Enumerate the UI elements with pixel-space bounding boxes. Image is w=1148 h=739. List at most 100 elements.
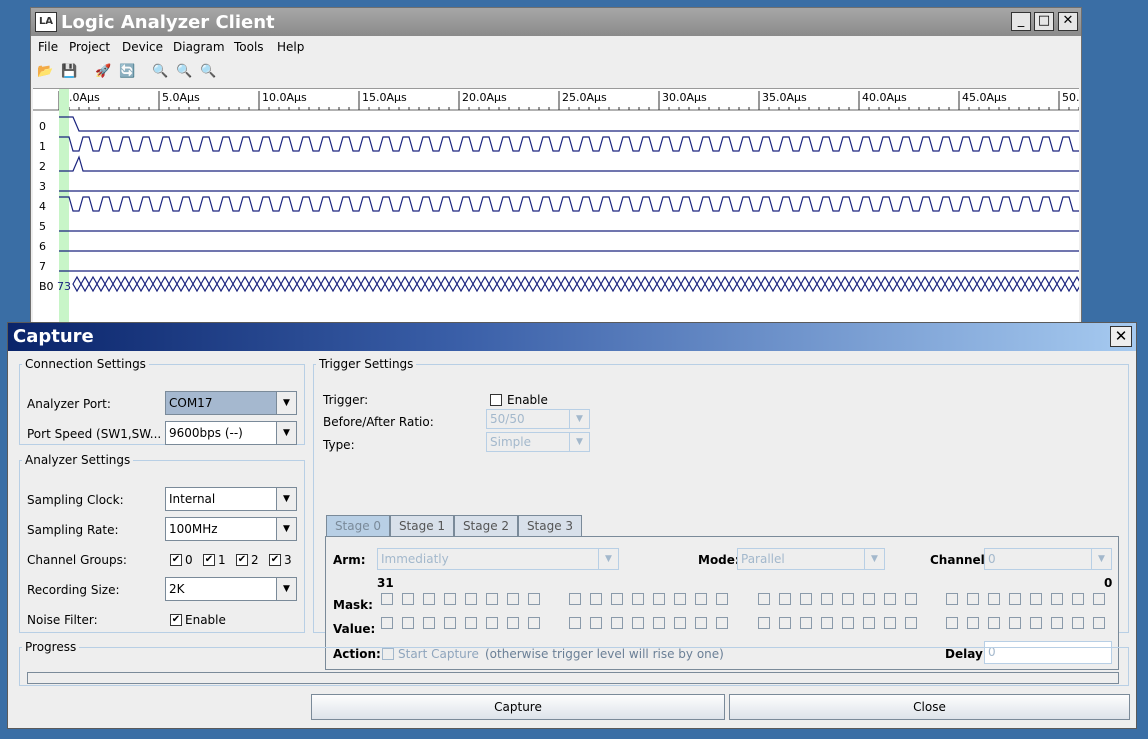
- mask-bit-checkbox[interactable]: [653, 593, 665, 605]
- channel-group-3-checkbox[interactable]: ✔: [269, 554, 281, 566]
- mask-bit-checkbox[interactable]: [507, 593, 519, 605]
- mask-bit-checkbox[interactable]: [946, 593, 958, 605]
- tab-stage-0[interactable]: Stage 0: [326, 515, 390, 537]
- port-speed-select[interactable]: 9600bps (--) ▼: [165, 421, 297, 445]
- value-bit-checkbox[interactable]: [1093, 617, 1105, 629]
- value-bit-checkbox[interactable]: [905, 617, 917, 629]
- mask-bit-checkbox[interactable]: [884, 593, 896, 605]
- sampling-rate-select[interactable]: 100MHz ▼: [165, 517, 297, 541]
- close-window-button[interactable]: ✕: [1058, 12, 1078, 31]
- value-bit-checkbox[interactable]: [1051, 617, 1063, 629]
- mask-bit-checkbox[interactable]: [590, 593, 602, 605]
- value-bit-checkbox[interactable]: [465, 617, 477, 629]
- channel-group-0-checkbox[interactable]: ✔: [170, 554, 182, 566]
- tab-stage-2[interactable]: Stage 2: [454, 515, 518, 537]
- value-bit-checkbox[interactable]: [779, 617, 791, 629]
- mask-bit-checkbox[interactable]: [1030, 593, 1042, 605]
- value-bit-checkbox[interactable]: [967, 617, 979, 629]
- value-bit-checkbox[interactable]: [507, 617, 519, 629]
- menu-tools[interactable]: Tools: [234, 40, 264, 54]
- menu-diagram[interactable]: Diagram: [173, 40, 225, 54]
- sampling-clock-select[interactable]: Internal ▼: [165, 487, 297, 511]
- value-bit-checkbox[interactable]: [486, 617, 498, 629]
- value-bit-checkbox[interactable]: [946, 617, 958, 629]
- mask-bit-checkbox[interactable]: [716, 593, 728, 605]
- maximize-button[interactable]: □: [1034, 12, 1054, 31]
- value-bit-checkbox[interactable]: [863, 617, 875, 629]
- mask-bit-checkbox[interactable]: [381, 593, 393, 605]
- mask-bit-checkbox[interactable]: [465, 593, 477, 605]
- mask-bit-checkbox[interactable]: [988, 593, 1000, 605]
- mask-bit-checkbox[interactable]: [423, 593, 435, 605]
- tab-stage-3[interactable]: Stage 3: [518, 515, 582, 537]
- mask-bit-checkbox[interactable]: [632, 593, 644, 605]
- value-bit-checkbox[interactable]: [716, 617, 728, 629]
- mask-bit-checkbox[interactable]: [695, 593, 707, 605]
- arm-select[interactable]: Immediatly ▼: [377, 548, 619, 570]
- mask-bit-checkbox[interactable]: [1051, 593, 1063, 605]
- value-bit-checkbox[interactable]: [1009, 617, 1021, 629]
- value-bit-checkbox[interactable]: [611, 617, 623, 629]
- menu-file[interactable]: File: [38, 40, 58, 54]
- mode-select[interactable]: Parallel ▼: [737, 548, 885, 570]
- menu-help[interactable]: Help: [277, 40, 304, 54]
- zoom-out-icon[interactable]: 🔍: [174, 61, 195, 82]
- waveform-view[interactable]: 0.0Aµs 5.0Aµs 10.0Aµs 15.0Aµs 20.0Aµs 25.0Aµs…: [33, 88, 1079, 324]
- trigger-enable-checkbox[interactable]: [490, 394, 502, 406]
- value-bit-checkbox[interactable]: [800, 617, 812, 629]
- mask-bit-checkbox[interactable]: [967, 593, 979, 605]
- mask-bit-checkbox[interactable]: [611, 593, 623, 605]
- value-bit-checkbox[interactable]: [695, 617, 707, 629]
- mask-bit-checkbox[interactable]: [1072, 593, 1084, 605]
- value-bit-checkbox[interactable]: [1030, 617, 1042, 629]
- zoom-in-icon[interactable]: 🔍: [150, 61, 171, 82]
- ratio-select[interactable]: 50/50 ▼: [486, 409, 590, 429]
- mask-bit-checkbox[interactable]: [569, 593, 581, 605]
- value-bit-checkbox[interactable]: [528, 617, 540, 629]
- value-bit-checkbox[interactable]: [402, 617, 414, 629]
- mask-bit-checkbox[interactable]: [821, 593, 833, 605]
- value-bit-checkbox[interactable]: [381, 617, 393, 629]
- value-bit-checkbox[interactable]: [674, 617, 686, 629]
- minimize-button[interactable]: _: [1011, 12, 1031, 31]
- dialog-close-button[interactable]: ✕: [1110, 326, 1132, 347]
- value-bit-checkbox[interactable]: [1072, 617, 1084, 629]
- mask-bit-checkbox[interactable]: [486, 593, 498, 605]
- channel-group-1-checkbox[interactable]: ✔: [203, 554, 215, 566]
- analyzer-port-select[interactable]: COM17 ▼: [165, 391, 297, 415]
- value-bit-checkbox[interactable]: [423, 617, 435, 629]
- value-bit-checkbox[interactable]: [988, 617, 1000, 629]
- noise-filter-checkbox[interactable]: ✔: [170, 614, 182, 626]
- mask-bit-checkbox[interactable]: [863, 593, 875, 605]
- mask-bit-checkbox[interactable]: [528, 593, 540, 605]
- value-bit-checkbox[interactable]: [821, 617, 833, 629]
- open-icon[interactable]: 📂: [35, 61, 56, 82]
- close-button[interactable]: Close: [729, 694, 1130, 720]
- channel-select[interactable]: 0 ▼: [984, 548, 1112, 570]
- menu-project[interactable]: Project: [69, 40, 110, 54]
- value-bit-checkbox[interactable]: [653, 617, 665, 629]
- tab-stage-1[interactable]: Stage 1: [390, 515, 454, 537]
- capture-rocket-icon[interactable]: 🚀: [93, 61, 114, 82]
- mask-bit-checkbox[interactable]: [758, 593, 770, 605]
- mask-bit-checkbox[interactable]: [444, 593, 456, 605]
- save-icon[interactable]: 💾: [59, 61, 80, 82]
- value-bit-checkbox[interactable]: [590, 617, 602, 629]
- capture-button[interactable]: Capture: [311, 694, 725, 720]
- mask-bit-checkbox[interactable]: [674, 593, 686, 605]
- value-bit-checkbox[interactable]: [632, 617, 644, 629]
- value-bit-checkbox[interactable]: [842, 617, 854, 629]
- mask-bit-checkbox[interactable]: [1009, 593, 1021, 605]
- value-bit-checkbox[interactable]: [884, 617, 896, 629]
- value-bit-checkbox[interactable]: [758, 617, 770, 629]
- channel-group-2-checkbox[interactable]: ✔: [236, 554, 248, 566]
- value-bit-checkbox[interactable]: [569, 617, 581, 629]
- mask-bit-checkbox[interactable]: [1093, 593, 1105, 605]
- value-bit-checkbox[interactable]: [444, 617, 456, 629]
- type-select[interactable]: Simple ▼: [486, 432, 590, 452]
- recording-size-select[interactable]: 2K ▼: [165, 577, 297, 601]
- mask-bit-checkbox[interactable]: [842, 593, 854, 605]
- mask-bit-checkbox[interactable]: [800, 593, 812, 605]
- mask-bit-checkbox[interactable]: [905, 593, 917, 605]
- mask-bit-checkbox[interactable]: [402, 593, 414, 605]
